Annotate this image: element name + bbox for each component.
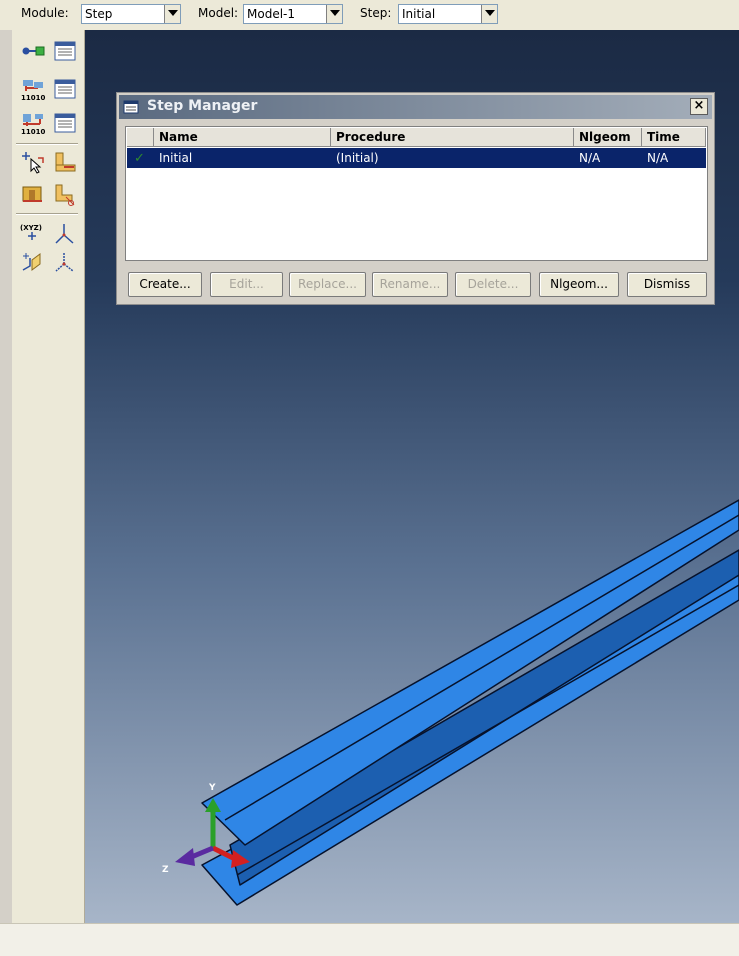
svg-text:11010: 11010 [21,128,45,136]
i-beam-model [201,499,739,906]
dismiss-button[interactable]: Dismiss [627,272,707,297]
col-header-status [127,128,154,147]
dialog-title-bar[interactable]: Step Manager × [119,95,712,119]
module-value: Step [85,7,113,21]
rename-button[interactable]: Rename... [372,272,448,297]
step-manager-icon [123,100,139,114]
dialog-title: Step Manager [147,98,258,114]
step-time: N/A [647,151,669,165]
steps-table: Name Procedure Nlgeom Time ✓ Initial (In… [125,126,708,261]
partition-face-icon[interactable] [52,181,78,207]
datum-plane-icon[interactable] [20,250,46,276]
step-manager-dialog: Step Manager × Name Procedure Nlgeom Tim… [116,92,715,305]
set-icon[interactable] [20,150,46,176]
datum-csys-icon[interactable] [52,250,78,276]
step-name: Initial [159,151,193,165]
edit-button[interactable]: Edit... [210,272,283,297]
field-output-request-icon[interactable]: 11010 [20,76,46,102]
field-output-manager-icon[interactable] [52,76,78,102]
triad-y-label: Y [208,783,216,793]
status-bar [0,923,739,956]
step-nlgeom: N/A [579,151,601,165]
svg-text:11010: 11010 [21,94,45,102]
module-label: Module: [21,6,69,20]
model-value: Model-1 [247,7,295,21]
create-button[interactable]: Create... [128,272,202,297]
active-check-icon: ✓ [134,151,145,166]
model-label: Model: [198,6,239,20]
toolbox-divider [16,213,78,215]
history-output-request-icon[interactable]: 11010 [20,110,46,136]
delete-button[interactable]: Delete... [455,272,531,297]
col-header-name[interactable]: Name [154,128,331,147]
triad-z-label: Z [162,865,169,875]
table-row[interactable]: ✓ Initial (Initial) N/A N/A [127,148,706,168]
nlgeom-button[interactable]: Nlgeom... [539,272,619,297]
datum-axis-icon[interactable] [52,221,78,247]
model-combo[interactable]: Model-1 [243,4,343,24]
context-bar: Module: Step Model: Model-1 Step: Initia… [0,0,739,30]
partition-cell-icon[interactable] [20,181,46,207]
history-output-manager-icon[interactable] [52,110,78,136]
module-combo[interactable]: Step [81,4,181,24]
surface-icon[interactable] [52,150,78,176]
step-value: Initial [402,7,436,21]
toolbox-divider [16,143,78,145]
step-label: Step: [360,6,392,20]
xyz-glyph: (XYZ) [20,224,42,232]
replace-button[interactable]: Replace... [289,272,366,297]
col-header-time[interactable]: Time [642,128,706,147]
close-button[interactable]: × [690,98,708,115]
step-procedure: (Initial) [336,151,379,165]
create-step-icon[interactable] [20,38,46,64]
chevron-down-icon[interactable] [481,5,497,23]
col-header-nlgeom[interactable]: Nlgeom [574,128,642,147]
chevron-down-icon[interactable] [164,5,180,23]
col-header-procedure[interactable]: Procedure [331,128,574,147]
datum-point-icon[interactable]: (XYZ) [20,221,46,247]
step-combo[interactable]: Initial [398,4,498,24]
step-manager-icon[interactable] [52,38,78,64]
chevron-down-icon[interactable] [326,5,342,23]
